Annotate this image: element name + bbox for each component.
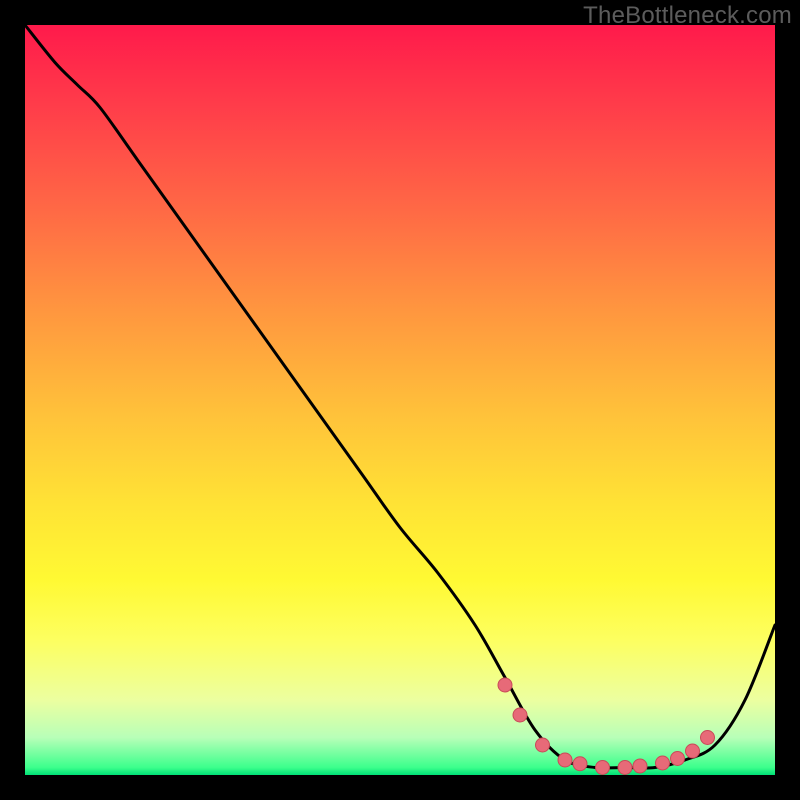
- curve-marker: [633, 759, 647, 773]
- marker-group: [498, 678, 715, 775]
- curve-marker: [618, 761, 632, 775]
- curve-marker: [536, 738, 550, 752]
- curve-marker: [671, 752, 685, 766]
- curve-marker: [513, 708, 527, 722]
- curve-marker: [558, 753, 572, 767]
- curve-marker: [686, 744, 700, 758]
- curve-marker: [573, 757, 587, 771]
- curve-marker: [656, 756, 670, 770]
- curve-marker: [596, 761, 610, 775]
- bottleneck-curve: [25, 25, 775, 768]
- curve-marker: [701, 731, 715, 745]
- chart-frame: TheBottleneck.com: [0, 0, 800, 800]
- plot-area: [25, 25, 775, 775]
- curve-layer: [25, 25, 775, 775]
- curve-marker: [498, 678, 512, 692]
